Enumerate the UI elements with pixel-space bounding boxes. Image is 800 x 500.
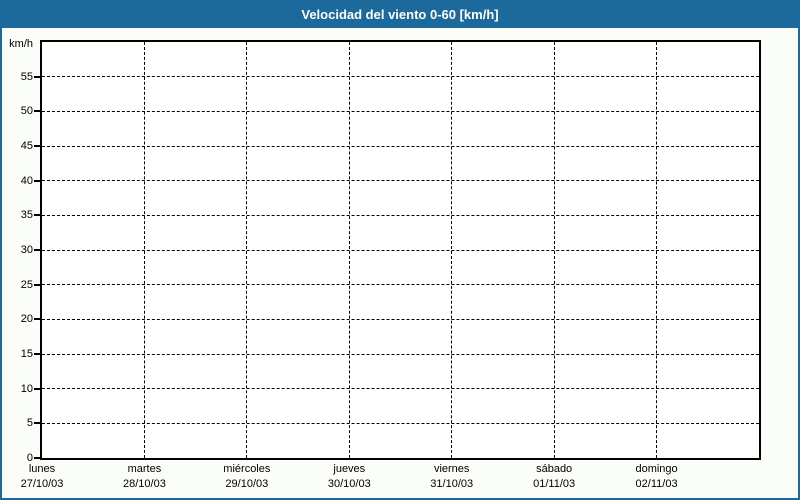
day-name-label: miércoles (223, 463, 271, 475)
day-date-label: 01/11/03 (533, 478, 576, 490)
y-tick-label: 30 (20, 244, 33, 256)
y-axis-tick (34, 110, 40, 113)
y-axis-tick (34, 318, 40, 321)
x-axis-day-label: martes 28/10/03 (123, 462, 166, 492)
y-grid-line (42, 388, 759, 390)
x-axis-day-label: domingo 02/11/03 (635, 462, 677, 492)
y-grid-line (42, 180, 759, 182)
day-name-label: martes (127, 463, 162, 475)
y-axis-tick (34, 214, 40, 217)
y-tick-label: 20 (20, 313, 33, 326)
x-grid-line (143, 42, 145, 458)
y-grid-line (42, 318, 759, 320)
y-axis-unit-label: km/h (9, 38, 33, 50)
wind-speed-chart-window: Velocidad del viento 0-60 [km/h] 0 5 10 15 2… (0, 0, 800, 500)
y-tick-label: 5 (26, 417, 33, 430)
y-tick-label: 55 (20, 70, 33, 83)
x-axis-day-label: jueves 30/10/03 (328, 462, 371, 492)
day-date-label: 29/10/03 (225, 478, 269, 490)
y-grid-line (42, 214, 759, 216)
day-name-label: viernes (433, 463, 470, 475)
day-date-label: 27/10/03 (20, 478, 64, 490)
x-grid-line (348, 42, 350, 458)
y-axis-tick (34, 179, 40, 182)
day-name-label: lunes (28, 463, 56, 475)
x-axis-day-label: lunes 27/10/03 (21, 462, 64, 492)
y-tick-label: 50 (20, 105, 33, 118)
y-axis-tick (34, 145, 40, 147)
y-axis-tick (34, 249, 40, 251)
chart-title-bar: Velocidad del viento 0-60 [km/h] (2, 2, 798, 28)
plot-area: 0 5 10 15 20 25 30 35 40 45 50 55 km/h lunes 27/10/03 m… (9, 38, 761, 490)
day-date-label: 02/11/03 (635, 478, 678, 490)
x-grid-line (246, 42, 248, 458)
x-grid-line (656, 42, 658, 458)
y-axis-tick (34, 75, 40, 78)
y-grid-line (42, 249, 759, 251)
day-name-label: jueves (333, 463, 366, 475)
day-name-label: domingo (635, 463, 678, 475)
y-tick-label: 15 (20, 348, 33, 360)
y-tick-label: 45 (20, 140, 33, 152)
y-tick-label: 40 (20, 174, 33, 187)
x-axis-day-label: viernes 31/10/03 (430, 462, 473, 492)
chart-title: Velocidad del viento 0-60 [km/h] (301, 7, 499, 22)
day-date-label: 31/10/03 (430, 478, 474, 490)
y-axis-tick (34, 283, 40, 286)
y-axis-tick (34, 457, 40, 459)
day-name-label: sábado (536, 463, 573, 475)
x-grid-line (451, 42, 453, 458)
x-axis-day-label: miércoles 29/10/03 (223, 462, 270, 492)
y-tick-label: 35 (20, 209, 33, 222)
y-grid-line (42, 145, 759, 147)
y-grid-line (42, 76, 759, 78)
y-tick-label: 10 (20, 382, 33, 395)
y-grid-line (42, 422, 759, 424)
y-grid-line (42, 284, 759, 286)
x-axis-day-label: sábado 01/11/03 (533, 462, 575, 492)
y-axis-tick (34, 353, 40, 355)
day-date-label: 30/10/03 (327, 478, 371, 490)
y-tick-label: 25 (20, 278, 33, 291)
y-grid-line (42, 110, 759, 112)
day-date-label: 28/10/03 (123, 478, 166, 490)
y-axis-tick (34, 422, 40, 425)
y-grid-line (42, 353, 759, 355)
y-axis-tick (34, 387, 40, 390)
x-grid-line (553, 42, 555, 458)
